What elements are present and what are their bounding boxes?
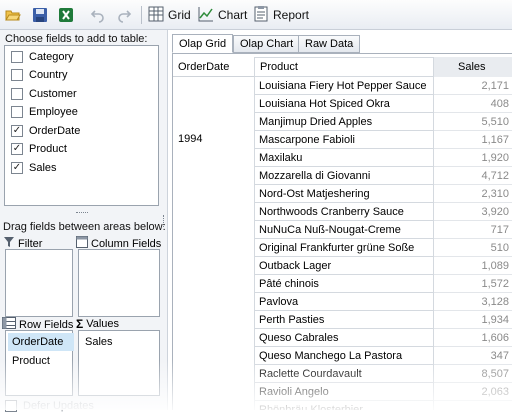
sales-cell[interactable]: 717 <box>434 221 512 239</box>
chart-button-label: Chart <box>218 8 248 22</box>
product-cell[interactable]: Outback Lager <box>254 257 434 275</box>
checkbox[interactable] <box>11 69 23 81</box>
column-fields-drop-zone[interactable] <box>78 249 160 317</box>
product-cell[interactable]: Nord-Ost Matjeshering <box>254 185 434 203</box>
defer-updates-checkbox[interactable]: Defer Updates <box>5 398 94 414</box>
values-header: Σ Values <box>76 317 120 331</box>
sales-cell[interactable]: 510 <box>434 239 512 257</box>
field-item-orderdate[interactable]: ✓ OrderDate <box>11 123 80 139</box>
grid-icon <box>148 6 164 25</box>
checkbox-checked[interactable]: ✓ <box>11 162 23 174</box>
checkbox[interactable] <box>5 400 17 412</box>
field-item-customer[interactable]: Customer <box>11 86 77 102</box>
sales-cell[interactable]: 1,920 <box>434 149 512 167</box>
sales-cell[interactable]: 1,606 <box>434 329 512 347</box>
field-item-product[interactable]: ✓ Product <box>11 141 67 157</box>
grid-button[interactable]: Grid <box>148 6 191 24</box>
tab-raw-data[interactable]: Raw Data <box>298 35 361 53</box>
year-cell: 1994 <box>178 133 203 145</box>
row-field-item[interactable]: Product <box>8 352 74 370</box>
sigma-icon: Σ <box>76 317 84 331</box>
value-field-item[interactable]: Sales <box>81 333 147 351</box>
product-cell[interactable]: Ravioli Angelo <box>254 383 434 401</box>
sales-cell[interactable]: 1,167 <box>434 131 512 149</box>
report-button[interactable]: Report <box>253 5 310 25</box>
checkbox[interactable] <box>11 88 23 100</box>
product-cell[interactable]: Manjimup Dried Apples <box>254 113 434 131</box>
product-cell[interactable]: Queso Cabrales <box>254 329 434 347</box>
product-cell[interactable]: Louisiana Fiery Hot Pepper Sauce <box>254 77 434 95</box>
sales-cell[interactable]: 5,510 <box>434 113 512 131</box>
product-cell[interactable]: NuNuCa Nuß-Nougat-Creme <box>254 221 434 239</box>
product-cell[interactable]: Pâté chinois <box>254 275 434 293</box>
save-icon[interactable] <box>32 7 48 23</box>
row-fields-drop-zone[interactable]: OrderDate Product <box>5 330 74 396</box>
product-cell[interactable]: Original Frankfurter grüne Soße <box>254 239 434 257</box>
sales-cell[interactable]: 2,310 <box>434 185 512 203</box>
line-chart-icon <box>198 6 214 25</box>
field-list-box: Category Country Customer Employee ✓ Orde… <box>4 45 159 206</box>
product-cell[interactable]: Mascarpone Fabioli <box>254 131 434 149</box>
toolbar-separator <box>141 6 142 24</box>
areas-caption: Drag fields between areas below: <box>3 221 166 233</box>
redo-icon[interactable] <box>116 7 132 23</box>
checkbox-checked[interactable]: ✓ <box>11 143 23 155</box>
sales-cell[interactable]: 8,507 <box>434 365 512 383</box>
sales-cell[interactable]: 408 <box>434 95 512 113</box>
field-item-sales[interactable]: ✓ Sales <box>11 160 57 176</box>
product-cell[interactable]: Pavlova <box>254 293 434 311</box>
header-sales[interactable]: Sales <box>434 57 512 77</box>
row-field-item[interactable]: OrderDate <box>8 333 74 351</box>
product-cell[interactable]: Louisiana Hot Spiced Okra <box>254 95 434 113</box>
report-icon <box>253 5 269 25</box>
tab-olap-grid[interactable]: Olap Grid <box>172 34 234 53</box>
grid-button-label: Grid <box>168 8 191 22</box>
sales-cell[interactable]: 1,934 <box>434 311 512 329</box>
field-list-caption: Choose fields to add to table: <box>5 33 148 45</box>
toolbar: Grid Chart Report <box>0 0 512 30</box>
undo-icon[interactable] <box>90 7 106 23</box>
product-cell[interactable]: Queso Manchego La Pastora <box>254 347 434 365</box>
open-folder-icon[interactable] <box>5 7 21 23</box>
field-item-category[interactable]: Category <box>11 49 74 65</box>
product-cell[interactable]: Raclette Courdavault <box>254 365 434 383</box>
filter-drop-zone[interactable] <box>5 249 73 317</box>
checkbox[interactable] <box>11 51 23 63</box>
sales-cell[interactable] <box>434 401 512 410</box>
field-item-country[interactable]: Country <box>11 67 68 83</box>
sales-cell[interactable]: 3,128 <box>434 293 512 311</box>
checkbox-checked[interactable]: ✓ <box>11 125 23 137</box>
field-item-employee[interactable]: Employee <box>11 104 78 120</box>
checkbox[interactable] <box>11 106 23 118</box>
tab-olap-chart[interactable]: Olap Chart <box>233 35 301 53</box>
sales-cell[interactable]: 347 <box>434 347 512 365</box>
product-cell[interactable]: Mozzarella di Giovanni <box>254 167 434 185</box>
sales-cell[interactable]: 1,572 <box>434 275 512 293</box>
report-button-label: Report <box>273 8 310 22</box>
splitter-grip[interactable] <box>76 212 88 214</box>
sales-cell[interactable]: 2,171 <box>434 77 512 95</box>
header-orderdate[interactable]: OrderDate <box>173 57 254 77</box>
values-drop-zone[interactable]: Sales <box>78 330 160 396</box>
sales-cell[interactable]: 4,712 <box>434 167 512 185</box>
sales-cell[interactable]: 1,089 <box>434 257 512 275</box>
sales-cell[interactable]: 2,063 <box>434 383 512 401</box>
sales-cell[interactable]: 3,920 <box>434 203 512 221</box>
product-cell[interactable]: Maxilaku <box>254 149 434 167</box>
header-product[interactable]: Product <box>254 57 434 77</box>
product-cell[interactable]: Perth Pasties <box>254 311 434 329</box>
excel-export-icon[interactable] <box>58 7 74 23</box>
product-cell[interactable]: Rhönbräu Klosterbier <box>254 401 434 410</box>
olap-grid: OrderDate Product Sales 1994 Louisiana F… <box>172 53 512 410</box>
chart-button[interactable]: Chart <box>198 6 247 24</box>
product-cell[interactable]: Northwoods Cranberry Sauce <box>254 203 434 221</box>
